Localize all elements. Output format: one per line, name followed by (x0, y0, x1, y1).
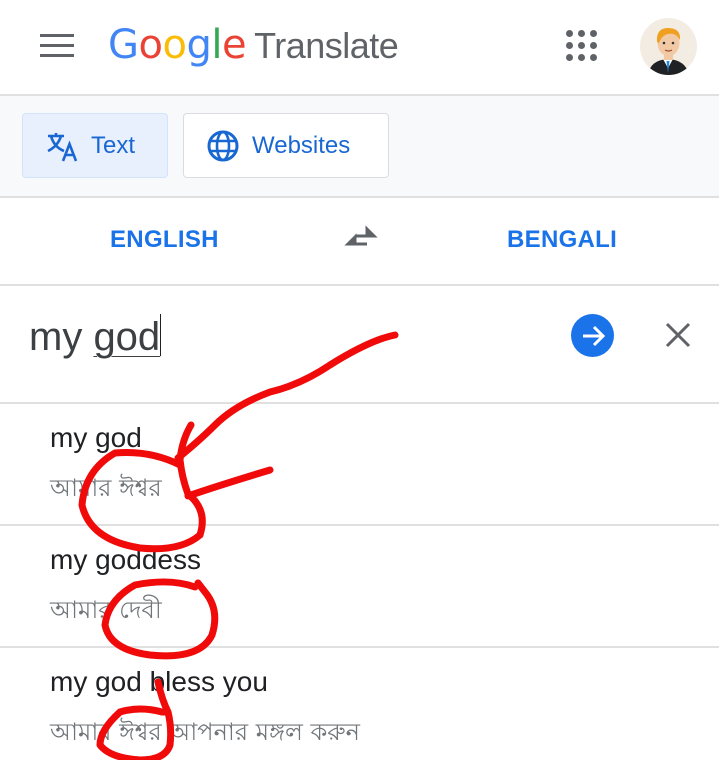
apps-grid-icon[interactable] (566, 30, 598, 62)
close-icon[interactable] (663, 320, 693, 350)
user-avatar[interactable] (640, 18, 697, 75)
translate-icon (47, 132, 78, 161)
suggestion-translation-text: আমার ঈশ্বর আপনার মঙ্গল করুন (50, 718, 360, 746)
logo-letter: o (162, 22, 187, 68)
suggestion-source-text: my goddess (50, 544, 201, 575)
source-language-button[interactable]: ENGLISH (110, 226, 219, 254)
text-mode-label: Text (91, 131, 136, 159)
websites-mode-label: Websites (252, 131, 351, 159)
app-header: Google Translate (0, 0, 719, 96)
translate-go-button[interactable] (571, 314, 614, 357)
websites-mode-button[interactable]: Websites (183, 113, 389, 178)
logo-letter: e (221, 22, 247, 68)
google-translate-logo[interactable]: Google Translate (108, 22, 399, 68)
avatar-face-icon (648, 28, 689, 75)
suggestion-item[interactable]: my god আমার ঈশ্বর (0, 404, 719, 526)
globe-icon (207, 130, 239, 161)
target-language-button[interactable]: BENGALI (507, 226, 617, 254)
language-bar: ENGLISH BENGALI (0, 198, 719, 286)
product-name: Translate (254, 25, 399, 66)
input-text-underlined: god (93, 315, 161, 359)
input-text-plain: my (29, 315, 94, 359)
suggestion-source-text: my god bless you (50, 666, 268, 697)
logo-letter: o (138, 22, 163, 68)
arrow-forward-icon (582, 325, 605, 346)
hamburger-menu-icon[interactable] (40, 34, 74, 58)
text-mode-button[interactable]: Text (22, 113, 168, 178)
suggestion-translation-text: আমার দেবী (50, 596, 162, 624)
mode-bar: Text Websites (0, 96, 719, 198)
logo-letter: g (186, 22, 212, 68)
logo-letter: l (211, 22, 222, 68)
logo-letter: G (108, 22, 139, 68)
source-text-input[interactable]: my god (29, 314, 162, 360)
suggestion-item[interactable]: my goddess আমার দেবী (0, 526, 719, 648)
suggestion-translation-text: আমার ঈশ্বর (50, 474, 162, 502)
swap-arrows-icon[interactable] (343, 224, 379, 256)
text-caret (160, 314, 162, 356)
suggestion-source-text: my god (50, 422, 142, 453)
suggestion-item[interactable]: my god bless you আমার ঈশ্বর আপনার মঙ্গল … (0, 648, 719, 760)
